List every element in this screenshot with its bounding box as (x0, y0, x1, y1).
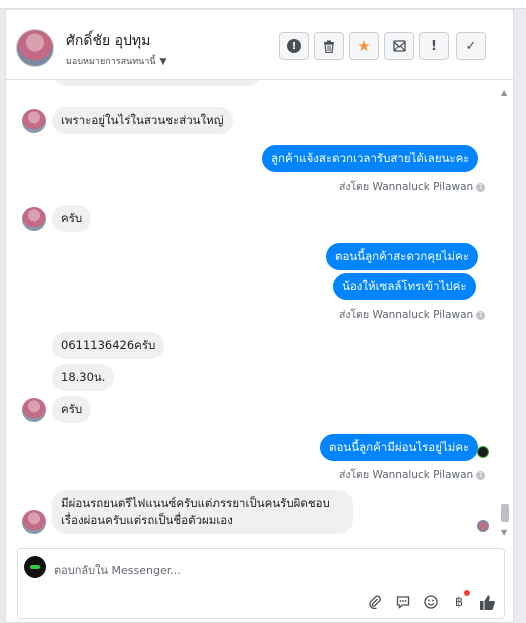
contact-avatar[interactable] (16, 29, 54, 67)
spam-button[interactable]: ! (279, 32, 309, 60)
clipped-message (52, 80, 262, 86)
page-avatar (24, 556, 46, 578)
star-button[interactable]: ★ (349, 32, 379, 60)
chat-scrollbar[interactable]: ▲ ▼ (500, 88, 510, 538)
message-incoming: ครับ (52, 205, 92, 232)
contact-avatar-small (22, 207, 46, 231)
reply-input[interactable]: ตอบกลับใน Messenger... (54, 561, 181, 579)
payment-button[interactable]: ฿ (450, 590, 470, 611)
composer-tools: ฿ (366, 590, 496, 611)
message-outgoing: ลูกค้าแจ้งสะดวกเวลารับสายได้เลยนะคะ (262, 145, 479, 172)
scroll-thumb[interactable] (501, 504, 509, 522)
seen-indicator (477, 446, 489, 458)
seen-indicator (477, 520, 489, 532)
sent-by-label: ส่งโดย Wannaluck Pilawan? (339, 178, 486, 195)
mark-unread-button[interactable] (384, 32, 414, 60)
message-line: เรื่องผ่อนครับแต่รถเป็นชื่อตัวผมเอง (61, 513, 233, 527)
paperclip-icon (369, 595, 381, 609)
agent-name: Wannaluck Pilawan (372, 309, 474, 321)
done-button[interactable]: ✓ (456, 32, 486, 60)
message-outgoing: ตอนนี้ลูกค้าสะดวกคุยไม่คะ (326, 243, 479, 270)
sent-by-prefix: ส่งโดย (339, 181, 370, 193)
message-outgoing: น้องให้เซลล์โทรเข้าไปค่ะ (333, 273, 476, 300)
top-strip (0, 0, 526, 9)
sent-by-label: ส่งโดย Wannaluck Pilawan? (339, 306, 486, 323)
message-incoming: 0611136426ครับ (52, 332, 165, 359)
attachment-button[interactable] (366, 593, 384, 611)
saved-reply-button[interactable] (394, 593, 412, 611)
contact-name[interactable]: ศักดิ์ชัย อุปทุม (66, 30, 150, 52)
assign-conversation-dropdown[interactable]: มอบหมายการสนทนานี้ ▼ (66, 54, 166, 68)
check-icon: ✓ (465, 38, 477, 54)
conversation-header: ศักดิ์ชัย อุปทุม มอบหมายการสนทนานี้ ▼ ! ★… (6, 10, 513, 80)
emoji-button[interactable] (422, 593, 440, 611)
sent-by-label: ส่งโดย Wannaluck Pilawan? (339, 466, 486, 483)
chat-bubble-icon (396, 596, 410, 609)
sent-by-prefix: ส่งโดย (339, 309, 370, 321)
mail-icon (392, 40, 406, 52)
contact-avatar-small (22, 510, 46, 534)
reply-composer[interactable]: ตอบกลับใน Messenger... ฿ (17, 548, 505, 619)
message-incoming: 18.30น. (52, 364, 115, 391)
star-icon: ★ (357, 37, 371, 55)
exclamation-icon: ! (431, 38, 437, 54)
conversation-panel: ศักดิ์ชัย อุปทุม มอบหมายการสนทนานี้ ▼ ! ★… (5, 9, 514, 623)
help-icon[interactable]: ? (476, 310, 486, 320)
help-icon[interactable]: ? (476, 182, 486, 192)
message-list[interactable]: เพราะอยู่ในไร่ในสวนชะส่วนใหญ่ ลูกค้าแจ้ง… (6, 80, 501, 538)
scroll-up-icon[interactable]: ▲ (501, 88, 507, 97)
smiley-icon (424, 595, 438, 609)
exclamation-button[interactable]: ! (419, 32, 449, 60)
trash-icon (324, 40, 334, 53)
notification-dot (464, 590, 470, 596)
message-incoming: ครับ (52, 396, 92, 423)
help-icon[interactable]: ? (476, 470, 486, 480)
caret-down-icon: ▼ (159, 57, 167, 67)
delete-button[interactable] (314, 32, 344, 60)
sent-by-prefix: ส่งโดย (339, 469, 370, 481)
message-incoming: มีผ่อนรถยนตรีไฟแนนซ์ครับแต่ภรรยาเป็นคนรั… (52, 490, 353, 534)
agent-name: Wannaluck Pilawan (372, 469, 474, 481)
scroll-down-icon[interactable]: ▼ (501, 528, 507, 537)
message-outgoing: ตอนนี้ลูกค้ามีผ่อนไรอยู่ไม่คะ (320, 434, 479, 461)
warning-circle-icon: ! (287, 39, 301, 53)
thumbs-up-icon (479, 595, 495, 610)
contact-avatar-small (22, 398, 46, 422)
message-line: มีผ่อนรถยนตรีไฟแนนซ์ครับแต่ภรรยาเป็นคนรั… (61, 496, 330, 510)
assign-label: มอบหมายการสนทนานี้ (66, 57, 156, 67)
agent-name: Wannaluck Pilawan (372, 181, 474, 193)
baht-icon: ฿ (454, 594, 464, 610)
header-actions: ! ★ ! ✓ (279, 32, 486, 60)
like-button[interactable] (478, 593, 496, 611)
contact-avatar-small (22, 109, 46, 133)
message-incoming: เพราะอยู่ในไร่ในสวนชะส่วนใหญ่ (52, 107, 233, 134)
